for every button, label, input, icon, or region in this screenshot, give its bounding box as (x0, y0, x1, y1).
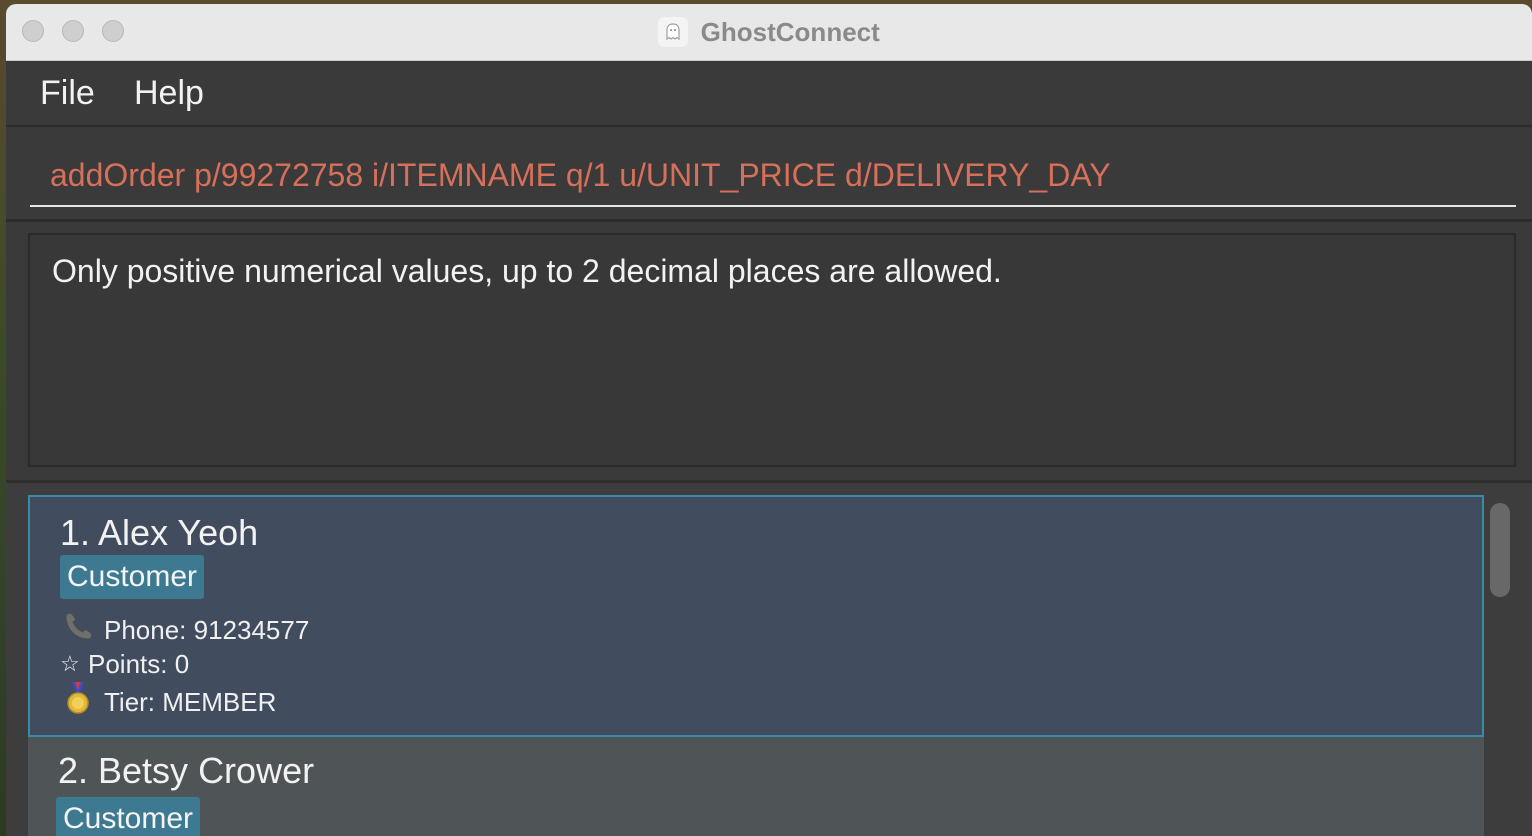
customer-name: 1. Alex Yeoh (60, 512, 259, 553)
result-display[interactable]: Only positive numerical values, up to 2 … (28, 233, 1516, 467)
tier-text: Tier: MEMBER (104, 687, 277, 717)
command-text: addOrder p/99272758 i/ITEMNAME q/1 u/UNI… (50, 157, 1111, 193)
star-icon: ☆ (60, 651, 80, 677)
command-input[interactable]: addOrder p/99272758 i/ITEMNAME q/1 u/UNI… (30, 145, 1516, 207)
result-message: Only positive numerical values, up to 2 … (52, 253, 1002, 289)
medal-icon (60, 681, 96, 723)
title-group: GhostConnect (6, 16, 1532, 48)
customer-tag: Customer (60, 555, 205, 599)
customer-card[interactable]: 1. Alex Yeoh Customer Phone: 91234577 ☆ P… (28, 495, 1484, 737)
command-box: addOrder p/99272758 i/ITEMNAME q/1 u/UNI… (6, 127, 1532, 222)
phone-text: Phone: 91234577 (104, 615, 310, 645)
customer-card[interactable]: 2. Betsy Crower Customer (28, 737, 1484, 836)
menu-file[interactable]: File (40, 71, 95, 115)
menu-bar: File Help (6, 61, 1532, 127)
tier-row: Tier: MEMBER (60, 681, 276, 723)
menu-help[interactable]: Help (134, 71, 204, 115)
app-window: GhostConnect File Help addOrder p/992727… (6, 4, 1532, 836)
list-scrollbar[interactable] (1490, 503, 1510, 597)
ghost-icon (658, 17, 689, 47)
points-text: Points: 0 (88, 649, 190, 680)
customer-tag: Customer (56, 797, 201, 836)
customer-name: 2. Betsy Crower (58, 750, 315, 791)
customer-list[interactable]: 1. Alex Yeoh Customer Phone: 91234577 ☆ P… (6, 480, 1532, 836)
title-bar[interactable]: GhostConnect (6, 4, 1532, 61)
points-row: ☆ Points: 0 (60, 645, 189, 681)
window-title: GhostConnect (700, 17, 880, 47)
